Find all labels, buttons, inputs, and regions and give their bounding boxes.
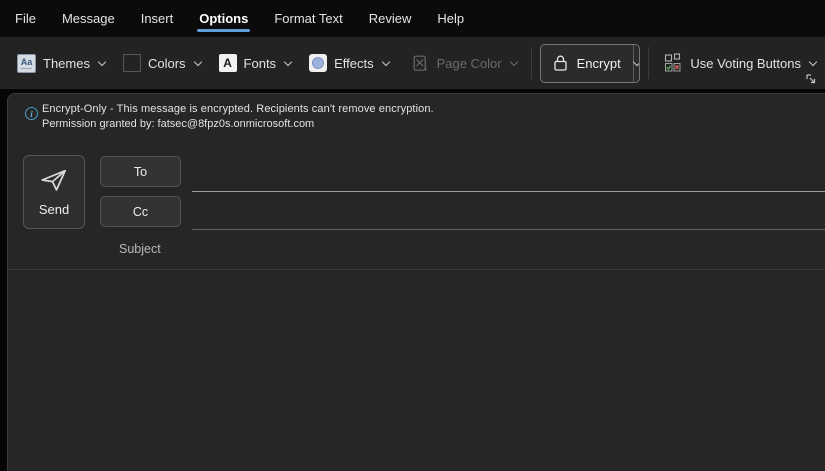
chevron-down-icon — [284, 57, 292, 65]
encrypt-split-button: Encrypt — [540, 44, 641, 83]
ribbon-group-separator — [531, 47, 532, 79]
menu-tab-file[interactable]: File — [2, 2, 49, 36]
encryption-info-bar: i Encrypt-Only - This message is encrypt… — [8, 94, 825, 146]
chevron-down-icon — [632, 58, 640, 66]
lock-icon — [552, 54, 569, 72]
menu-tab-format-text[interactable]: Format Text — [261, 2, 355, 36]
use-voting-buttons-button[interactable]: Use Voting Buttons — [654, 45, 825, 81]
info-icon: i — [25, 107, 38, 120]
ribbon: Aa Themes Colors A Fonts Effects Pag — [0, 37, 825, 89]
to-input[interactable] — [192, 162, 825, 192]
permission-granted-text: Permission granted by: fatsec@8fpz0s.onm… — [42, 118, 314, 130]
themes-button[interactable]: Aa Themes — [8, 46, 114, 81]
send-paper-plane-icon — [39, 167, 69, 193]
subject-input[interactable] — [192, 237, 825, 267]
colors-button[interactable]: Colors — [114, 46, 210, 80]
menu-tab-message[interactable]: Message — [49, 2, 128, 36]
use-voting-buttons-label: Use Voting Buttons — [690, 56, 801, 71]
cc-input[interactable] — [192, 200, 825, 230]
encrypt-button[interactable]: Encrypt — [541, 45, 633, 82]
cc-button[interactable]: Cc — [100, 196, 181, 227]
ribbon-group-separator — [648, 47, 649, 79]
subject-label: Subject — [119, 242, 161, 256]
page-color-icon — [411, 54, 430, 73]
effects-icon — [309, 54, 327, 72]
voting-buttons-icon — [663, 53, 683, 73]
chevron-down-icon — [509, 57, 517, 65]
encrypt-label: Encrypt — [577, 56, 621, 71]
colors-icon — [123, 54, 141, 72]
fonts-icon: A — [219, 54, 237, 72]
colors-label: Colors — [148, 56, 186, 71]
fonts-button[interactable]: A Fonts — [210, 46, 301, 80]
page-color-button: Page Color — [402, 46, 526, 81]
themes-label: Themes — [43, 56, 90, 71]
menu-tab-review[interactable]: Review — [356, 2, 425, 36]
chevron-down-icon — [809, 57, 817, 65]
effects-button[interactable]: Effects — [300, 46, 398, 80]
menu-tab-help[interactable]: Help — [424, 2, 477, 36]
compose-window: i Encrypt-Only - This message is encrypt… — [7, 93, 825, 471]
themes-icon: Aa — [17, 54, 36, 73]
encrypt-dropdown-button[interactable] — [633, 45, 640, 82]
encryption-info-text: Encrypt-Only - This message is encrypted… — [42, 103, 434, 115]
menu-bar: File Message Insert Options Format Text … — [0, 0, 825, 37]
message-body-area[interactable] — [8, 270, 825, 471]
to-button[interactable]: To — [100, 156, 181, 187]
fonts-label: Fonts — [244, 56, 277, 71]
send-label: Send — [39, 202, 69, 217]
send-button[interactable]: Send — [23, 155, 85, 229]
dialog-launcher-icon[interactable] — [804, 72, 818, 86]
chevron-down-icon — [381, 57, 389, 65]
chevron-down-icon — [98, 57, 106, 65]
chevron-down-icon — [193, 57, 201, 65]
page-color-label: Page Color — [437, 56, 502, 71]
effects-label: Effects — [334, 56, 374, 71]
menu-tab-insert[interactable]: Insert — [128, 2, 187, 36]
menu-tab-options[interactable]: Options — [186, 2, 261, 36]
